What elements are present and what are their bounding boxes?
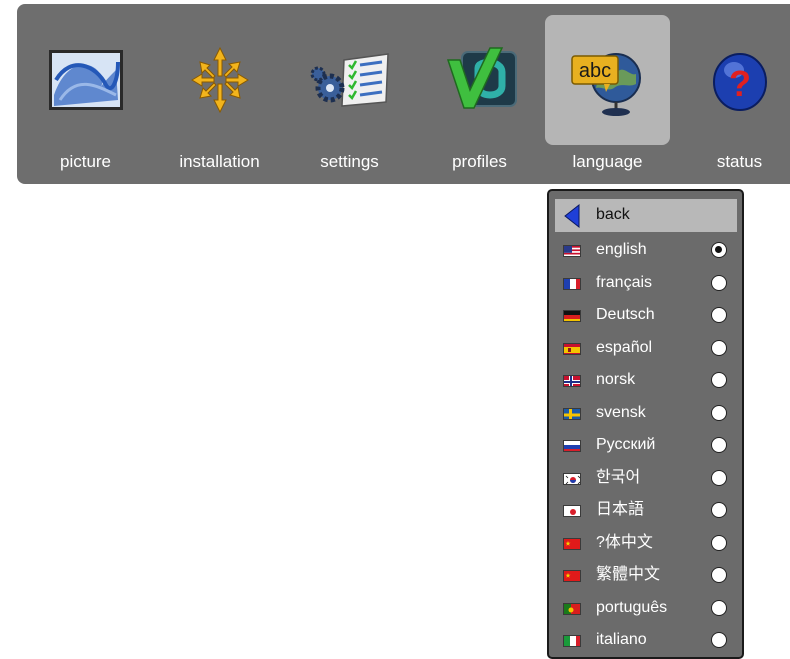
es-flag-icon — [563, 342, 581, 355]
radio-button[interactable] — [711, 632, 727, 648]
radio-button-selected[interactable] — [711, 242, 727, 258]
back-button[interactable]: back — [555, 199, 737, 232]
radio-button[interactable] — [711, 274, 727, 291]
language-option-espanol[interactable]: español — [555, 332, 737, 365]
jp-flag-icon — [563, 505, 581, 517]
ru-flag-icon — [563, 440, 581, 452]
fr-flag-icon — [563, 277, 581, 290]
de-flag-icon — [563, 310, 581, 322]
menu-item-status[interactable]: ? status — [677, 15, 790, 181]
no-flag-icon — [563, 375, 581, 387]
back-arrow-icon — [563, 203, 581, 229]
radio-button[interactable] — [711, 534, 727, 551]
language-option-svensk[interactable]: svensk — [555, 397, 737, 430]
radio-button[interactable] — [711, 339, 727, 356]
se-flag-icon — [563, 407, 581, 420]
menu-label-profiles: profiles — [452, 152, 507, 171]
language-label: svensk — [596, 403, 646, 421]
language-option-japanese[interactable]: 日本語 — [555, 494, 737, 527]
language-option-traditional-chinese[interactable]: 繁體中文 — [555, 559, 737, 592]
menu-label-settings: settings — [320, 152, 379, 171]
it-flag-icon — [563, 635, 581, 647]
language-label: español — [596, 338, 653, 356]
radio-button[interactable] — [711, 372, 727, 388]
language-dropdown-menu: back english français Deutsch español no — [547, 189, 744, 659]
language-label: français — [596, 273, 653, 291]
language-label: Русский — [596, 436, 656, 453]
language-option-portugues[interactable]: português — [555, 592, 737, 625]
profiles-check-icon — [440, 40, 520, 120]
radio-button[interactable] — [711, 567, 727, 583]
language-label: italiano — [596, 631, 647, 648]
language-option-francais[interactable]: français — [555, 267, 737, 300]
menu-label-language: language — [572, 152, 643, 171]
radio-button[interactable] — [711, 307, 727, 323]
language-label: ?体中文 — [596, 533, 653, 551]
cn-flag-icon — [563, 537, 581, 550]
menu-label-installation: installation — [179, 152, 260, 171]
installation-arrows-icon — [180, 40, 260, 120]
cn-flag-icon — [563, 570, 581, 582]
kr-flag-icon — [563, 472, 581, 485]
language-globe-abc-icon: abc — [568, 40, 648, 120]
radio-button[interactable] — [711, 502, 727, 518]
radio-button[interactable] — [711, 469, 727, 486]
pt-flag-icon — [563, 602, 581, 615]
main-menu-bar: picture installation settings profiles a… — [17, 4, 790, 184]
language-option-simplified-chinese[interactable]: ?体中文 — [555, 527, 737, 560]
radio-button[interactable] — [711, 599, 727, 616]
language-label: 繁體中文 — [596, 566, 661, 583]
menu-label-picture: picture — [59, 152, 112, 171]
language-option-english[interactable]: english — [555, 234, 737, 267]
radio-button[interactable] — [711, 404, 727, 421]
menu-item-profiles[interactable]: profiles — [417, 15, 542, 181]
language-label: Deutsch — [596, 306, 655, 323]
settings-gears-checklist-icon — [310, 40, 390, 120]
menu-item-language[interactable]: abc language — [545, 15, 670, 181]
menu-label-status: status — [716, 152, 763, 171]
language-label: 日本語 — [596, 501, 645, 518]
picture-icon — [46, 40, 126, 120]
language-option-deutsch[interactable]: Deutsch — [555, 299, 737, 332]
language-label: 한국어 — [596, 468, 641, 486]
menu-item-installation[interactable]: installation — [157, 15, 282, 181]
back-label: back — [596, 206, 630, 223]
menu-item-picture[interactable]: picture — [23, 15, 148, 181]
language-option-italiano[interactable]: italiano — [555, 624, 737, 657]
status-question-icon: ? — [700, 40, 780, 120]
menu-item-settings[interactable]: settings — [287, 15, 412, 181]
abc-text: abc — [578, 60, 610, 82]
language-label: português — [596, 598, 668, 616]
language-option-russian[interactable]: Русский — [555, 429, 737, 462]
us-flag-icon — [563, 245, 581, 257]
language-label: english — [596, 241, 647, 258]
svg-text:?: ? — [729, 63, 751, 104]
radio-button[interactable] — [711, 437, 727, 453]
language-label: norsk — [596, 371, 636, 388]
language-option-korean[interactable]: 한국어 — [555, 462, 737, 495]
language-option-norsk[interactable]: norsk — [555, 364, 737, 397]
